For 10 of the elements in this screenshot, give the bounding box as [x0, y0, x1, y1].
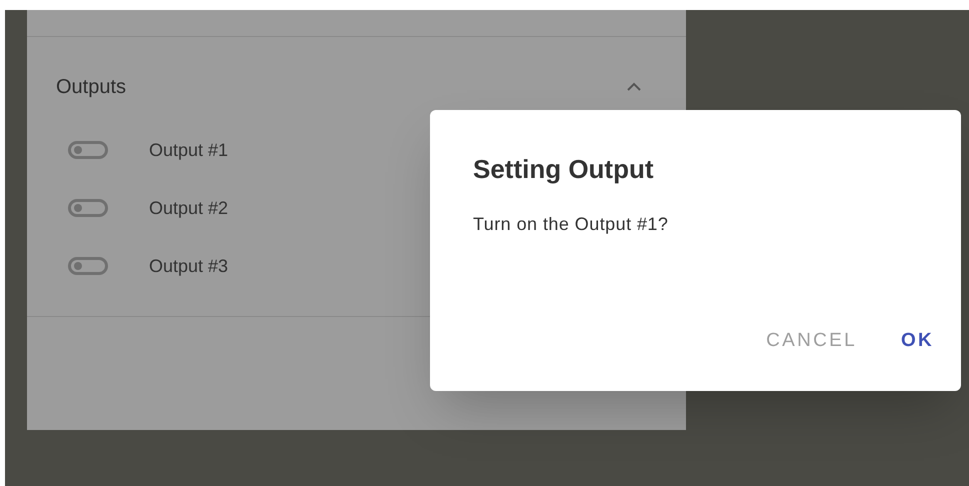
dialog-title: Setting Output: [473, 153, 654, 186]
output-label: Output #2: [149, 196, 228, 220]
dialog-button[interactable]: OK: [886, 318, 948, 363]
dialog-message: Turn on the Output #1?: [473, 213, 668, 236]
output-label: Output #3: [149, 254, 228, 278]
toggle-switch[interactable]: [68, 141, 108, 159]
toggle-switch[interactable]: [68, 257, 108, 275]
output-label: Output #1: [149, 138, 228, 162]
toggle-switch[interactable]: [68, 199, 108, 217]
section-title: Outputs: [56, 75, 126, 100]
